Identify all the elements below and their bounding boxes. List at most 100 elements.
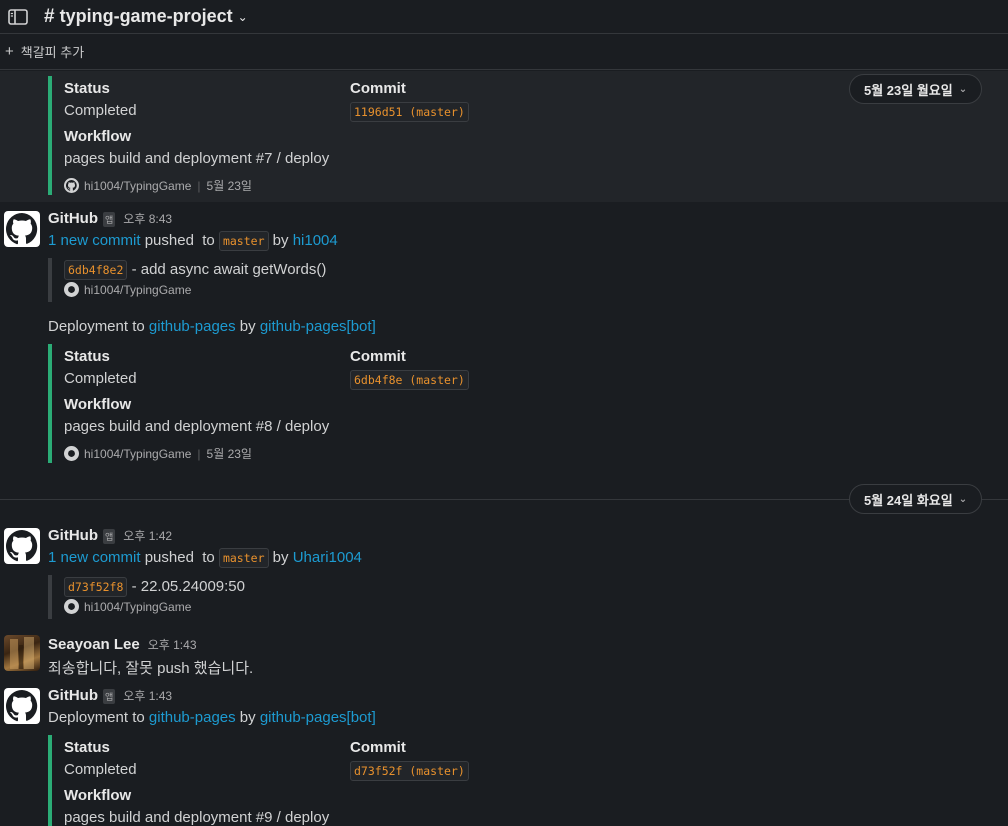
github-pages-link[interactable]: github-pages	[149, 318, 236, 335]
new-commit-link[interactable]: 1 new commit	[48, 549, 141, 566]
github-icon	[64, 446, 79, 461]
deployment-prefix: Deployment to	[48, 318, 145, 335]
sender-name[interactable]: GitHub	[48, 210, 98, 227]
bot-link[interactable]: github-pages[bot]	[260, 318, 376, 335]
sender-name[interactable]: Seayoan Lee	[48, 636, 140, 653]
card-footer: hi1004/TypingGame | 5월 23일	[64, 445, 252, 462]
bookmark-bar: + 책갈피 추가	[0, 34, 1008, 70]
github-pages-link[interactable]: github-pages	[149, 709, 236, 726]
commit-hash[interactable]: 6db4f8e2	[64, 260, 128, 280]
quote-footer: hi1004/TypingGame	[64, 599, 448, 614]
chevron-down-icon: ⌄	[958, 83, 968, 95]
by-text: by	[272, 549, 289, 566]
card-date: 5월 23일	[206, 447, 252, 461]
push-summary: 1 new commit pushed to master by Uhari10…	[48, 548, 362, 568]
timestamp[interactable]: 오후 1:43	[148, 636, 197, 653]
commit-message: - add async await getWords()	[131, 261, 327, 278]
user-link[interactable]: Uhari1004	[293, 549, 362, 566]
message-list: Status Completed Commit 1196d51 (master)…	[0, 71, 1008, 826]
github-icon	[64, 282, 79, 297]
message-header: GitHub 앱 오후 8:43	[48, 210, 172, 227]
to-text: to	[202, 232, 215, 249]
commit-label: Commit	[350, 739, 406, 756]
commit-hash[interactable]: 6db4f8e (master)	[350, 370, 469, 390]
to-text: to	[202, 549, 215, 566]
repo-name[interactable]: hi1004/TypingGame	[84, 179, 191, 193]
workflow-label: Workflow	[64, 396, 132, 413]
status-label: Status	[64, 739, 110, 756]
pushed-text: pushed	[144, 549, 194, 566]
deployment-card: Status Completed Commit 6db4f8e (master)…	[48, 344, 488, 463]
card-footer: hi1004/TypingGame | 5월 23일	[64, 177, 252, 194]
timestamp[interactable]: 오후 1:42	[123, 527, 172, 544]
new-commit-link[interactable]: 1 new commit	[48, 232, 141, 249]
commit-label: Commit	[350, 80, 406, 97]
date-divider-pill[interactable]: 5월 24일 화요일 ⌄	[849, 484, 983, 514]
deployment-summary: Deployment to github-pages by github-pag…	[48, 318, 376, 335]
github-icon	[64, 178, 79, 193]
by-text: by	[239, 318, 256, 335]
user-link[interactable]: hi1004	[293, 232, 338, 249]
card-date: 5월 23일	[206, 179, 252, 193]
app-badge: 앱	[103, 689, 116, 704]
repo-name[interactable]: hi1004/TypingGame	[84, 283, 191, 297]
channel-hash-icon: #	[44, 5, 55, 27]
app-badge: 앱	[103, 212, 116, 227]
repo-name[interactable]: hi1004/TypingGame	[84, 447, 191, 461]
sender-name[interactable]: GitHub	[48, 527, 98, 544]
commit-hash[interactable]: d73f52f (master)	[350, 761, 469, 781]
workflow-label: Workflow	[64, 787, 132, 804]
github-avatar[interactable]	[4, 211, 40, 247]
date-divider-pill[interactable]: 5월 23일 월요일 ⌄	[849, 74, 983, 104]
workflow-link[interactable]: pages build and deployment #9 / deploy	[64, 809, 329, 826]
deployment-prefix: Deployment to	[48, 709, 145, 726]
message-text: 죄송합니다, 잘못 push 했습니다.	[48, 660, 254, 677]
by-text: by	[239, 709, 256, 726]
plus-icon[interactable]: +	[5, 43, 14, 60]
deployment-card: Status Completed Commit d73f52f (master)…	[48, 735, 488, 826]
status-value: Completed	[64, 761, 137, 778]
add-bookmark-button[interactable]: 책갈피 추가	[21, 42, 84, 61]
github-avatar[interactable]	[4, 528, 40, 564]
quote-footer: hi1004/TypingGame	[64, 282, 448, 297]
bot-link[interactable]: github-pages[bot]	[260, 709, 376, 726]
github-avatar[interactable]	[4, 688, 40, 724]
branch-name: master	[218, 231, 269, 251]
branch-name: master	[218, 548, 269, 568]
sender-name[interactable]: GitHub	[48, 687, 98, 704]
chevron-down-icon[interactable]: ⌄	[238, 10, 248, 24]
commit-label: Commit	[350, 348, 406, 365]
message-header: GitHub 앱 오후 1:43	[48, 687, 172, 704]
timestamp[interactable]: 오후 1:43	[123, 687, 172, 704]
workflow-label: Workflow	[64, 128, 132, 145]
channel-header: # typing-game-project ⌄	[0, 0, 1008, 34]
commit-hash[interactable]: 1196d51 (master)	[350, 102, 469, 122]
status-label: Status	[64, 348, 110, 365]
timestamp[interactable]: 오후 8:43	[123, 210, 172, 227]
push-summary: 1 new commit pushed to master by hi1004	[48, 231, 338, 251]
by-text: by	[272, 232, 289, 249]
status-label: Status	[64, 80, 110, 97]
deployment-summary: Deployment to github-pages by github-pag…	[48, 709, 376, 726]
sidebar-toggle-icon[interactable]	[8, 8, 30, 26]
commit-hash[interactable]: d73f52f8	[64, 577, 128, 597]
workflow-link[interactable]: pages build and deployment #7 / deploy	[64, 150, 329, 167]
message-header: Seayoan Lee 오후 1:43	[48, 636, 197, 653]
workflow-link[interactable]: pages build and deployment #8 / deploy	[64, 418, 329, 435]
channel-name[interactable]: typing-game-project	[60, 6, 233, 27]
commit-quote: d73f52f8 - 22.05.24009:50 hi1004/TypingG…	[48, 575, 448, 619]
date-label: 5월 24일 화요일	[864, 492, 953, 508]
user-avatar[interactable]	[4, 635, 40, 671]
commit-quote: 6db4f8e2 - add async await getWords() hi…	[48, 258, 448, 302]
status-value: Completed	[64, 102, 137, 119]
repo-name[interactable]: hi1004/TypingGame	[84, 600, 191, 614]
chevron-down-icon: ⌄	[958, 493, 968, 505]
status-value: Completed	[64, 370, 137, 387]
message-header: GitHub 앱 오후 1:42	[48, 527, 172, 544]
commit-message: - 22.05.24009:50	[131, 578, 245, 595]
deployment-card: Status Completed Commit 1196d51 (master)…	[48, 76, 488, 195]
github-icon	[64, 599, 79, 614]
date-label: 5월 23일 월요일	[864, 82, 953, 98]
app-badge: 앱	[103, 529, 116, 544]
pushed-text: pushed	[144, 232, 194, 249]
